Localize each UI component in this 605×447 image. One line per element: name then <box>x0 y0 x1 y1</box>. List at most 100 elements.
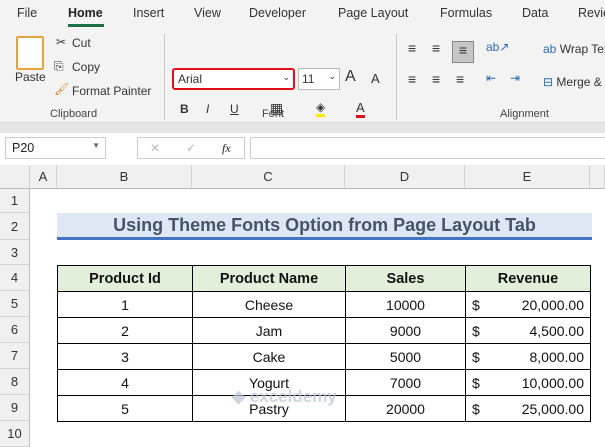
format-painter-icon: 🖌 <box>54 82 70 96</box>
row-header[interactable]: 6 <box>0 317 30 343</box>
table-cell[interactable]: $25,000.00 <box>465 395 591 422</box>
font-size-value: 11 <box>302 72 315 86</box>
sheet-title: Using Theme Fonts Option from Page Layou… <box>57 213 592 240</box>
cut-button[interactable]: Cut <box>72 36 91 50</box>
orientation-icon[interactable]: ab↗ <box>486 40 509 54</box>
clipboard-group-label: Clipboard <box>50 108 98 120</box>
align-middle-icon[interactable]: ≡ <box>432 40 440 56</box>
bold-button[interactable]: B <box>180 102 189 116</box>
table-cell[interactable]: 3 <box>57 343 193 370</box>
revenue-value: 25,000.00 <box>521 400 584 417</box>
increase-font-size-button[interactable]: A <box>345 68 356 86</box>
table-cell[interactable]: Cake <box>192 343 346 370</box>
decrease-indent-icon[interactable]: ⇤ <box>486 71 496 85</box>
increase-indent-icon[interactable]: ⇥ <box>510 71 520 85</box>
table-cell[interactable]: Jam <box>192 317 346 344</box>
row-header[interactable]: 3 <box>0 240 30 265</box>
font-size-dropdown[interactable]: 11 ⌄ <box>298 68 340 90</box>
align-top-icon[interactable]: ≡ <box>408 40 416 56</box>
row-header[interactable]: 8 <box>0 369 30 395</box>
select-all-button[interactable] <box>0 165 30 189</box>
merge-label: Merge & <box>556 75 602 89</box>
column-header-d[interactable]: D <box>345 165 465 189</box>
tab-insert[interactable]: Insert <box>133 6 164 20</box>
table-cell[interactable]: 4 <box>57 369 193 396</box>
currency-symbol: $ <box>472 296 480 313</box>
formula-bar: P20 ▼ ✕ ✓ fx <box>0 133 605 163</box>
align-center-icon[interactable]: ≡ <box>432 71 440 87</box>
currency-symbol: $ <box>472 348 480 365</box>
column-header-b[interactable]: B <box>57 165 192 189</box>
row-header[interactable]: 2 <box>0 213 30 240</box>
table-header-cell[interactable]: Revenue <box>465 265 591 292</box>
table-cell[interactable]: 9000 <box>345 317 466 344</box>
font-color-button[interactable]: A <box>356 100 365 118</box>
formula-buttons: ✕ ✓ fx <box>137 137 245 159</box>
currency-symbol: $ <box>472 400 480 417</box>
enter-icon[interactable]: ✓ <box>186 141 196 155</box>
table-cell[interactable]: 7000 <box>345 369 466 396</box>
align-bottom-icon[interactable]: ≡ <box>452 41 474 63</box>
font-group-label: Font <box>262 108 285 120</box>
row-header[interactable]: 1 <box>0 189 30 213</box>
table-cell[interactable]: 5000 <box>345 343 466 370</box>
revenue-value: 20,000.00 <box>521 296 584 313</box>
tab-data[interactable]: Data <box>522 6 548 20</box>
insert-function-button[interactable]: fx <box>222 141 231 156</box>
table-header-cell[interactable]: Sales <box>345 265 466 292</box>
table-cell[interactable]: 5 <box>57 395 193 422</box>
table-cell[interactable]: 10000 <box>345 291 466 318</box>
table-cell[interactable]: 20000 <box>345 395 466 422</box>
tab-home[interactable]: Home <box>68 6 103 20</box>
name-box[interactable]: P20 ▼ <box>5 137 106 159</box>
table-cell[interactable]: $4,500.00 <box>465 317 591 344</box>
paste-icon[interactable] <box>16 36 44 70</box>
tab-view[interactable]: View <box>194 6 221 20</box>
paste-button[interactable]: Paste <box>15 70 46 84</box>
wrap-text-button[interactable]: ab Wrap Tex <box>543 42 605 56</box>
currency-symbol: $ <box>472 374 480 391</box>
table-cell[interactable]: 1 <box>57 291 193 318</box>
row-header[interactable]: 5 <box>0 291 30 317</box>
column-header-c[interactable]: C <box>192 165 345 189</box>
table-cell[interactable]: Cheese <box>192 291 346 318</box>
tab-formulas[interactable]: Formulas <box>440 6 492 20</box>
revenue-value: 8,000.00 <box>529 348 585 365</box>
table-header-cell[interactable]: Product Id <box>57 265 193 292</box>
underline-button[interactable]: U <box>230 102 239 116</box>
tab-page-layout[interactable]: Page Layout <box>338 6 408 20</box>
table-cell[interactable]: $10,000.00 <box>465 369 591 396</box>
tab-developer[interactable]: Developer <box>249 6 306 20</box>
table-cell[interactable]: $8,000.00 <box>465 343 591 370</box>
tab-review[interactable]: Revie <box>578 6 605 20</box>
name-box-value: P20 <box>12 141 35 155</box>
row-header[interactable]: 9 <box>0 395 30 421</box>
wrap-text-label: Wrap Tex <box>559 42 605 56</box>
copy-icon: ⎘ <box>54 59 64 73</box>
column-header-f[interactable] <box>590 165 605 189</box>
formula-input[interactable] <box>250 137 605 159</box>
fill-color-button[interactable]: ◈ <box>316 100 326 117</box>
format-painter-button[interactable]: Format Painter <box>72 84 151 98</box>
copy-button[interactable]: Copy <box>72 60 100 74</box>
row-header[interactable]: 10 <box>0 421 30 447</box>
table-cell[interactable]: $20,000.00 <box>465 291 591 318</box>
tab-file[interactable]: File <box>17 6 37 20</box>
table-header-cell[interactable]: Product Name <box>192 265 346 292</box>
merge-button[interactable]: ⊟ Merge & <box>543 75 602 89</box>
row-header[interactable]: 4 <box>0 265 30 291</box>
italic-button[interactable]: I <box>206 102 209 116</box>
align-right-icon[interactable]: ≡ <box>456 71 464 87</box>
revenue-value: 4,500.00 <box>529 322 585 339</box>
align-left-icon[interactable]: ≡ <box>408 71 416 87</box>
column-header-a[interactable]: A <box>30 165 57 189</box>
alignment-group-label: Alignment <box>500 108 549 120</box>
font-name-dropdown[interactable]: Arial ⌄ <box>172 68 295 90</box>
row-header[interactable]: 7 <box>0 343 30 369</box>
scissors-icon: ✂ <box>56 35 67 49</box>
decrease-font-size-button[interactable]: A <box>371 71 380 86</box>
column-header-e[interactable]: E <box>465 165 590 189</box>
cancel-icon[interactable]: ✕ <box>150 141 160 155</box>
table-cell[interactable]: 2 <box>57 317 193 344</box>
currency-symbol: $ <box>472 322 480 339</box>
